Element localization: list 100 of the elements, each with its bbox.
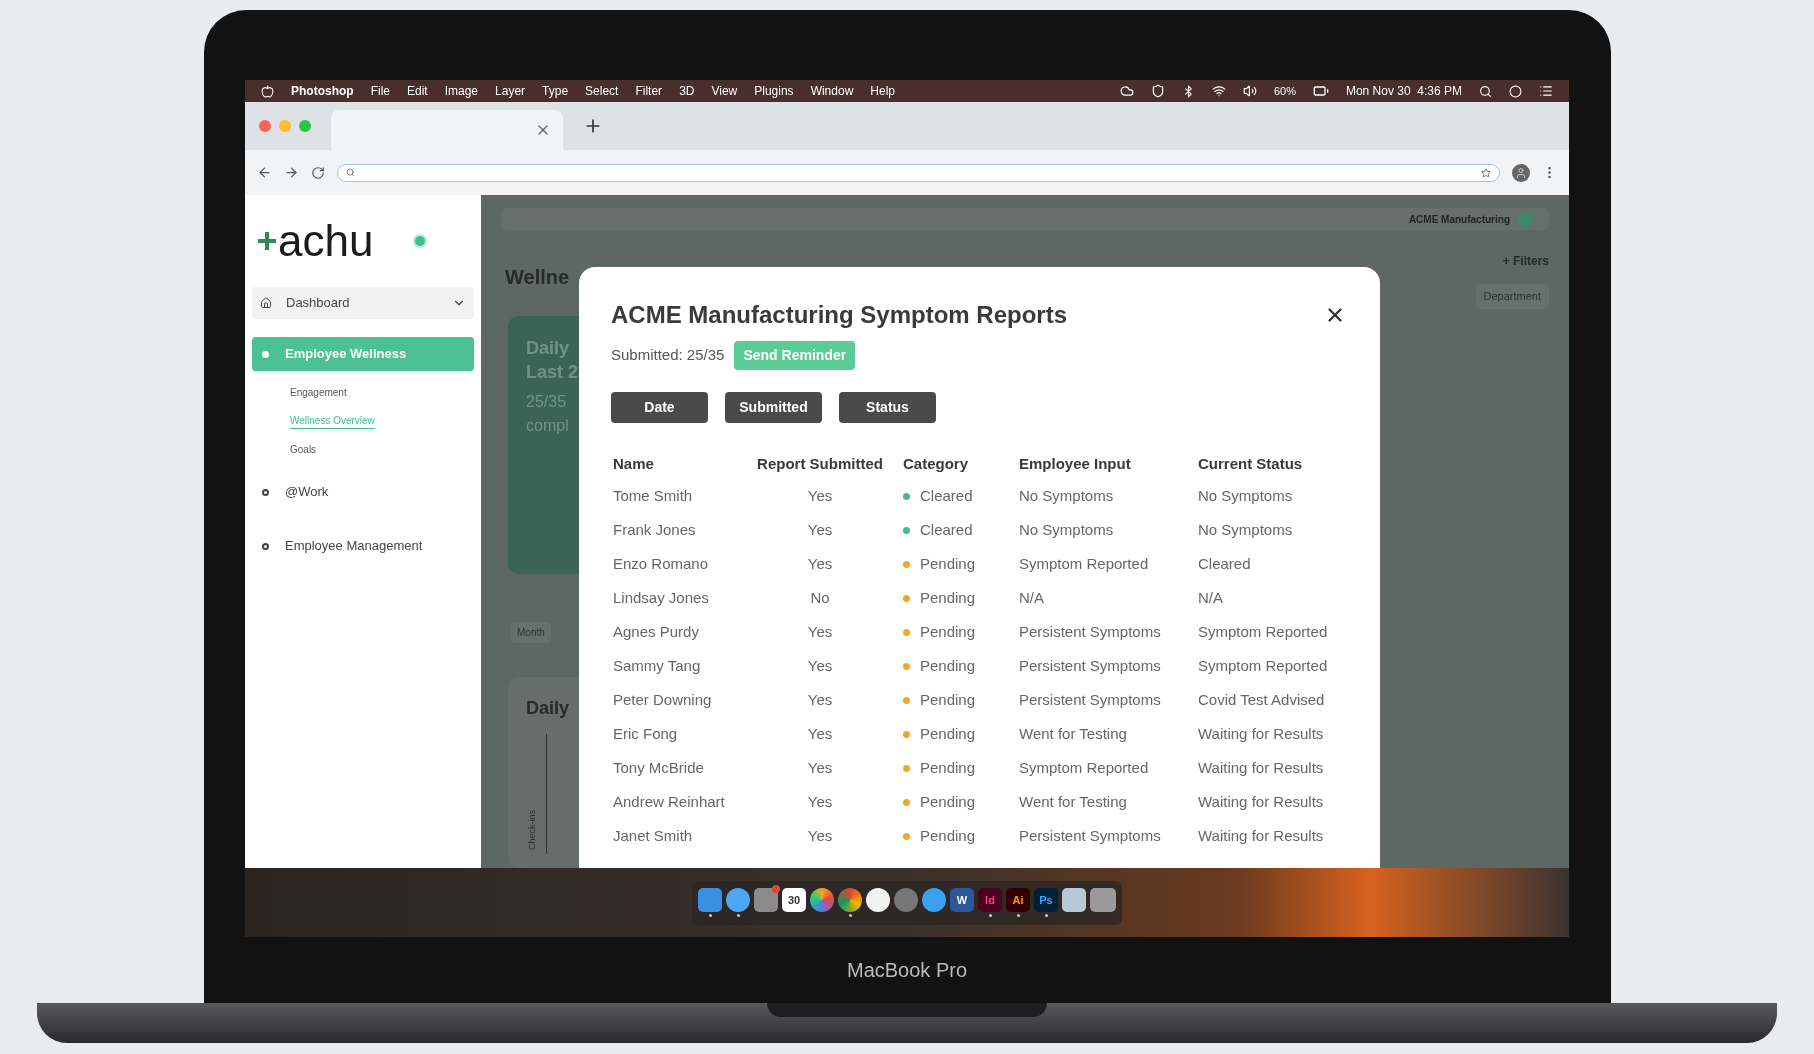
achu-logo[interactable]: achu — [258, 219, 374, 263]
menu-item[interactable]: Filter — [635, 82, 663, 100]
column-header: Name — [613, 454, 655, 474]
menu-item[interactable]: Window — [810, 82, 854, 100]
forward-icon[interactable] — [284, 165, 299, 180]
table-cell-text: Pending — [920, 724, 976, 745]
column-header: Report Submitted — [756, 454, 884, 474]
table-cell-text: Symptom Reported — [1019, 758, 1150, 779]
bookmark-star-icon[interactable] — [1481, 167, 1491, 178]
table-cell-text: Yes — [806, 690, 834, 711]
subnav-link[interactable]: Engagement — [290, 385, 347, 400]
menu-item[interactable]: File — [370, 82, 390, 100]
illustrator-app-icon[interactable]: Ai — [1006, 888, 1030, 912]
nav-item[interactable]: Employee Management — [252, 529, 474, 563]
table-cell-text: Peter Downing — [613, 690, 713, 711]
table-cell-text: Yes — [806, 486, 834, 507]
table-cell-text: Persistent Symptoms — [1019, 622, 1162, 643]
table-cell-text: Waiting for Results — [1198, 758, 1325, 779]
table-cell-text: N/A — [1019, 588, 1045, 609]
menu-item[interactable]: Help — [870, 82, 895, 100]
indesign-app-icon[interactable]: Id — [978, 888, 1002, 912]
table-cell-text: Yes — [806, 758, 834, 779]
circle-icon[interactable] — [1509, 84, 1522, 98]
table-cell-text: Covid Test Advised — [1198, 690, 1326, 711]
table-cell-text: Pending — [920, 758, 976, 779]
table-cell-text: Pending — [920, 826, 976, 847]
app-menu[interactable]: Photoshop — [291, 82, 354, 100]
list-icon[interactable] — [1539, 84, 1553, 98]
table-cell-text: Went for Testing — [1019, 724, 1128, 745]
menu-item[interactable]: Type — [542, 82, 569, 100]
back-icon[interactable] — [257, 165, 272, 180]
table-cell-text: No Symptoms — [1019, 520, 1115, 541]
column-header: Category — [903, 454, 970, 474]
table-cell-text: Went for Testing — [1019, 792, 1128, 813]
plus-logo-icon — [258, 232, 276, 250]
table-cell-text: No Symptoms — [1198, 520, 1294, 541]
subnav-link[interactable]: Goals — [290, 442, 317, 457]
table-cell-text: Tony McBride — [613, 758, 705, 779]
address-field[interactable] — [337, 163, 1500, 182]
submitted-count: Submitted: 25/35 — [611, 345, 725, 366]
menu-clock[interactable]: Mon Nov 30 4:36 PM — [1345, 82, 1462, 100]
page-heading: Wellne — [504, 265, 571, 290]
shield-icon[interactable] — [1150, 84, 1165, 98]
table-cell-text: Yes — [806, 724, 834, 745]
menu-item[interactable]: 3D — [679, 82, 695, 100]
table-cell-text: Eric Fong — [613, 724, 679, 745]
table-cell-text: Pending — [920, 554, 976, 575]
menu-item[interactable]: Plugins — [754, 82, 794, 100]
reload-icon[interactable] — [311, 165, 325, 180]
sort-button[interactable]: Status — [839, 392, 936, 423]
table-cell-text: Symptom Reported — [1198, 622, 1329, 643]
table-cell-text: Cleared — [1198, 554, 1252, 575]
battery-percent: 60% — [1273, 83, 1296, 99]
table-cell-text: Andrew Reinhart — [613, 792, 726, 813]
laptop-label: MacBook Pro — [846, 958, 968, 983]
sort-button[interactable]: Date — [611, 392, 708, 423]
table-cell-text: Tome Smith — [613, 486, 694, 507]
table-cell-text: Waiting for Results — [1198, 792, 1325, 813]
table-cell-text: Yes — [806, 792, 834, 813]
table-cell-text: Pending — [920, 656, 976, 677]
column-header: Employee Input — [1019, 454, 1132, 474]
cloud-icon[interactable] — [1119, 84, 1134, 98]
nav-item[interactable]: @Work — [252, 475, 474, 509]
table-cell-text: Pending — [920, 588, 976, 609]
table-cell-text: Yes — [806, 554, 834, 575]
table-cell-text: Sammy Tang — [613, 656, 702, 677]
table-cell-text: Janet Smith — [613, 826, 694, 847]
profile-avatar[interactable] — [1512, 163, 1530, 182]
menu-item[interactable]: Image — [444, 82, 479, 100]
calendar-app-icon[interactable]: 30 — [782, 888, 806, 912]
table-cell-text: Waiting for Results — [1198, 724, 1325, 745]
wifi-icon[interactable] — [1211, 84, 1226, 98]
table-cell-text: Symptom Reported — [1198, 656, 1329, 677]
table-cell-text: Persistent Symptoms — [1019, 690, 1162, 711]
menu-item[interactable]: Layer — [495, 82, 526, 100]
table-cell-text: Persistent Symptoms — [1019, 656, 1162, 677]
table-cell-text: N/A — [1198, 588, 1224, 609]
search-icon[interactable] — [1479, 84, 1492, 98]
table-cell-text: Yes — [806, 826, 834, 847]
table-cell-text: Yes — [806, 520, 834, 541]
table-cell-text: No Symptoms — [1019, 486, 1115, 507]
battery-icon[interactable] — [1312, 83, 1329, 99]
menu-item[interactable]: Edit — [407, 82, 428, 100]
table-cell-text: Frank Jones — [613, 520, 697, 541]
word-app-icon[interactable]: W — [950, 888, 974, 912]
photoshop-app-icon[interactable]: Ps — [1034, 888, 1058, 912]
sort-button[interactable]: Submitted — [725, 392, 822, 423]
table-cell-text: Persistent Symptoms — [1019, 826, 1162, 847]
table-cell-text: Agnes Purdy — [613, 622, 700, 643]
chart-title: Daily — [526, 696, 571, 720]
apple-icon[interactable] — [261, 84, 274, 98]
menu-item[interactable]: View — [711, 82, 738, 100]
modal-title: ACME Manufacturing Symptom Reports — [611, 300, 1068, 330]
nav-dashboard[interactable]: Dashboard — [252, 287, 474, 319]
table-cell-text: Yes — [806, 656, 834, 677]
table-cell-text: Cleared — [920, 520, 973, 541]
volume-icon[interactable] — [1242, 84, 1257, 98]
home-icon — [260, 297, 272, 309]
menu-item[interactable]: Select — [585, 82, 619, 100]
status-indicator-icon — [413, 234, 428, 248]
